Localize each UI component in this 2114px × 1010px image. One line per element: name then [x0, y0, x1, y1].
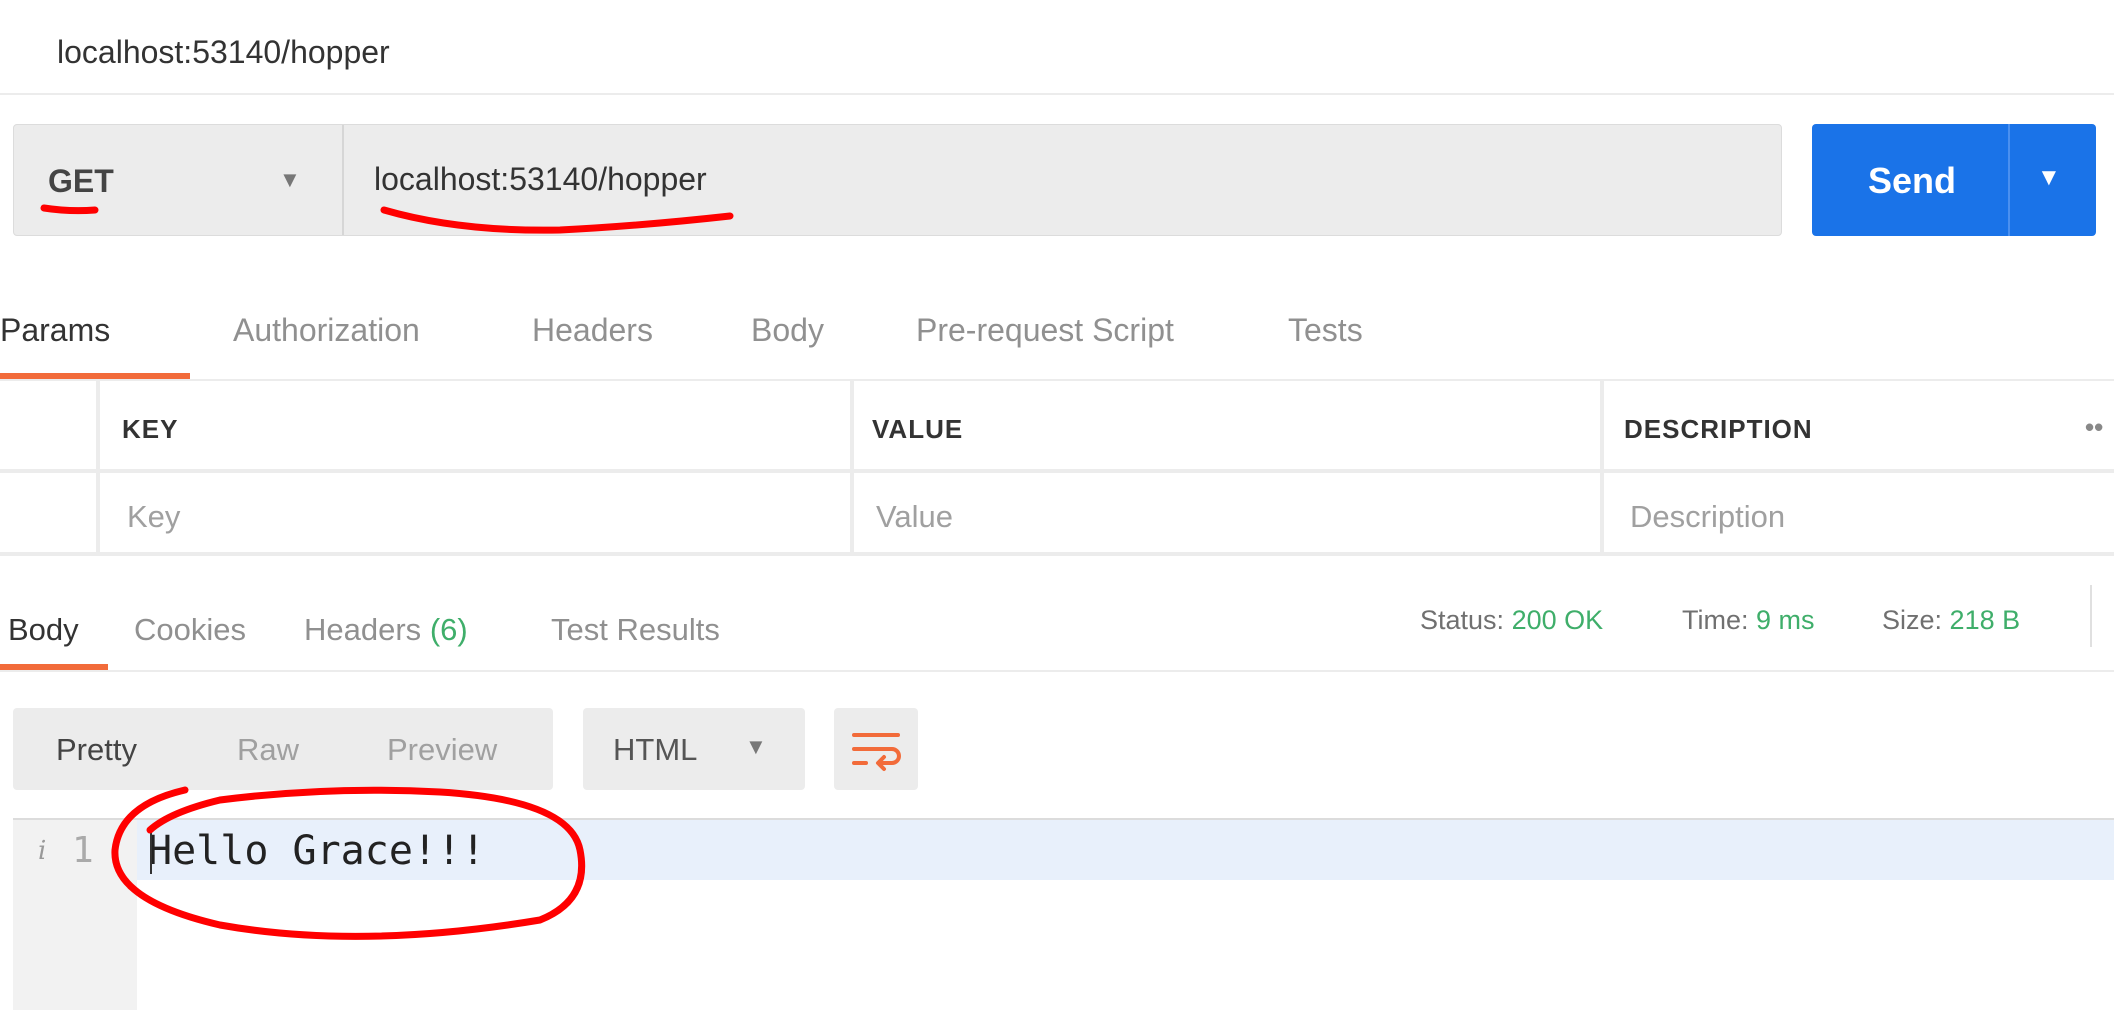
- chevron-down-icon: ▼: [745, 734, 767, 759]
- response-tab-cookies[interactable]: Cookies: [134, 612, 246, 648]
- size-readout: Size: 218 B: [1882, 605, 2020, 636]
- column-header-description: DESCRIPTION: [1624, 414, 1813, 444]
- response-body-text[interactable]: Hello Grace!!!: [148, 828, 485, 874]
- tab-pre-request-script[interactable]: Pre-request Script: [916, 312, 1174, 349]
- window-title: localhost:53140/hopper: [57, 34, 390, 70]
- view-raw-button[interactable]: Raw: [237, 732, 299, 768]
- line-number: 1: [72, 830, 94, 871]
- column-header-value: VALUE: [872, 414, 964, 444]
- more-options-icon[interactable]: ••: [2085, 412, 2103, 443]
- value-input[interactable]: Value: [876, 499, 953, 535]
- send-divider: [2008, 124, 2010, 236]
- size-value: 218 B: [1949, 605, 2021, 635]
- format-label: HTML: [613, 732, 698, 767]
- method-select[interactable]: GET ▼: [14, 125, 344, 235]
- title-divider: [0, 93, 2114, 95]
- send-button[interactable]: Send ▼: [1812, 124, 2096, 236]
- status-divider: [2090, 585, 2092, 647]
- text-cursor: [150, 830, 152, 874]
- tab-authorization[interactable]: Authorization: [233, 312, 420, 349]
- headers-count-badge: (6): [429, 612, 468, 647]
- tabs-divider: [0, 670, 2114, 672]
- tab-params[interactable]: Params: [0, 312, 110, 349]
- description-input[interactable]: Description: [1630, 499, 1785, 535]
- size-label: Size:: [1882, 605, 1943, 635]
- status-readout: Status: 200 OK: [1420, 605, 1603, 636]
- column-header-key: KEY: [122, 414, 179, 444]
- chevron-down-icon: ▼: [279, 167, 301, 192]
- format-select[interactable]: HTML ▼: [583, 708, 805, 790]
- method-label: GET: [48, 163, 114, 199]
- tab-body[interactable]: Body: [751, 312, 824, 349]
- time-label: Time:: [1682, 605, 1749, 635]
- view-preview-button[interactable]: Preview: [387, 732, 497, 768]
- response-tab-test-results[interactable]: Test Results: [551, 612, 720, 648]
- table-row-divider: [0, 552, 2114, 556]
- tabs-divider: [0, 379, 2114, 381]
- table-row-divider: [0, 469, 2114, 473]
- url-input[interactable]: localhost:53140/hopper: [374, 161, 707, 198]
- info-icon: i: [38, 836, 47, 866]
- view-mode-group: Pretty Raw Preview: [13, 708, 553, 790]
- response-tab-headers[interactable]: Headers (6): [304, 612, 468, 648]
- status-label: Status:: [1420, 605, 1505, 635]
- response-tab-body[interactable]: Body: [8, 612, 79, 648]
- status-value: 200 OK: [1511, 605, 1604, 635]
- tab-headers[interactable]: Headers: [532, 312, 653, 349]
- request-bar: GET ▼ localhost:53140/hopper: [13, 124, 1782, 236]
- send-label: Send: [1868, 160, 1957, 201]
- view-pretty-button[interactable]: Pretty: [56, 732, 137, 768]
- response-tab-headers-label: Headers: [304, 612, 422, 647]
- key-input[interactable]: Key: [127, 499, 180, 535]
- wrap-lines-icon: [852, 733, 901, 771]
- time-value: 9 ms: [1756, 605, 1815, 635]
- time-readout: Time: 9 ms: [1682, 605, 1815, 636]
- chevron-down-icon[interactable]: ▼: [2037, 164, 2061, 192]
- tab-tests[interactable]: Tests: [1288, 312, 1363, 349]
- wrap-lines-button[interactable]: [834, 708, 918, 790]
